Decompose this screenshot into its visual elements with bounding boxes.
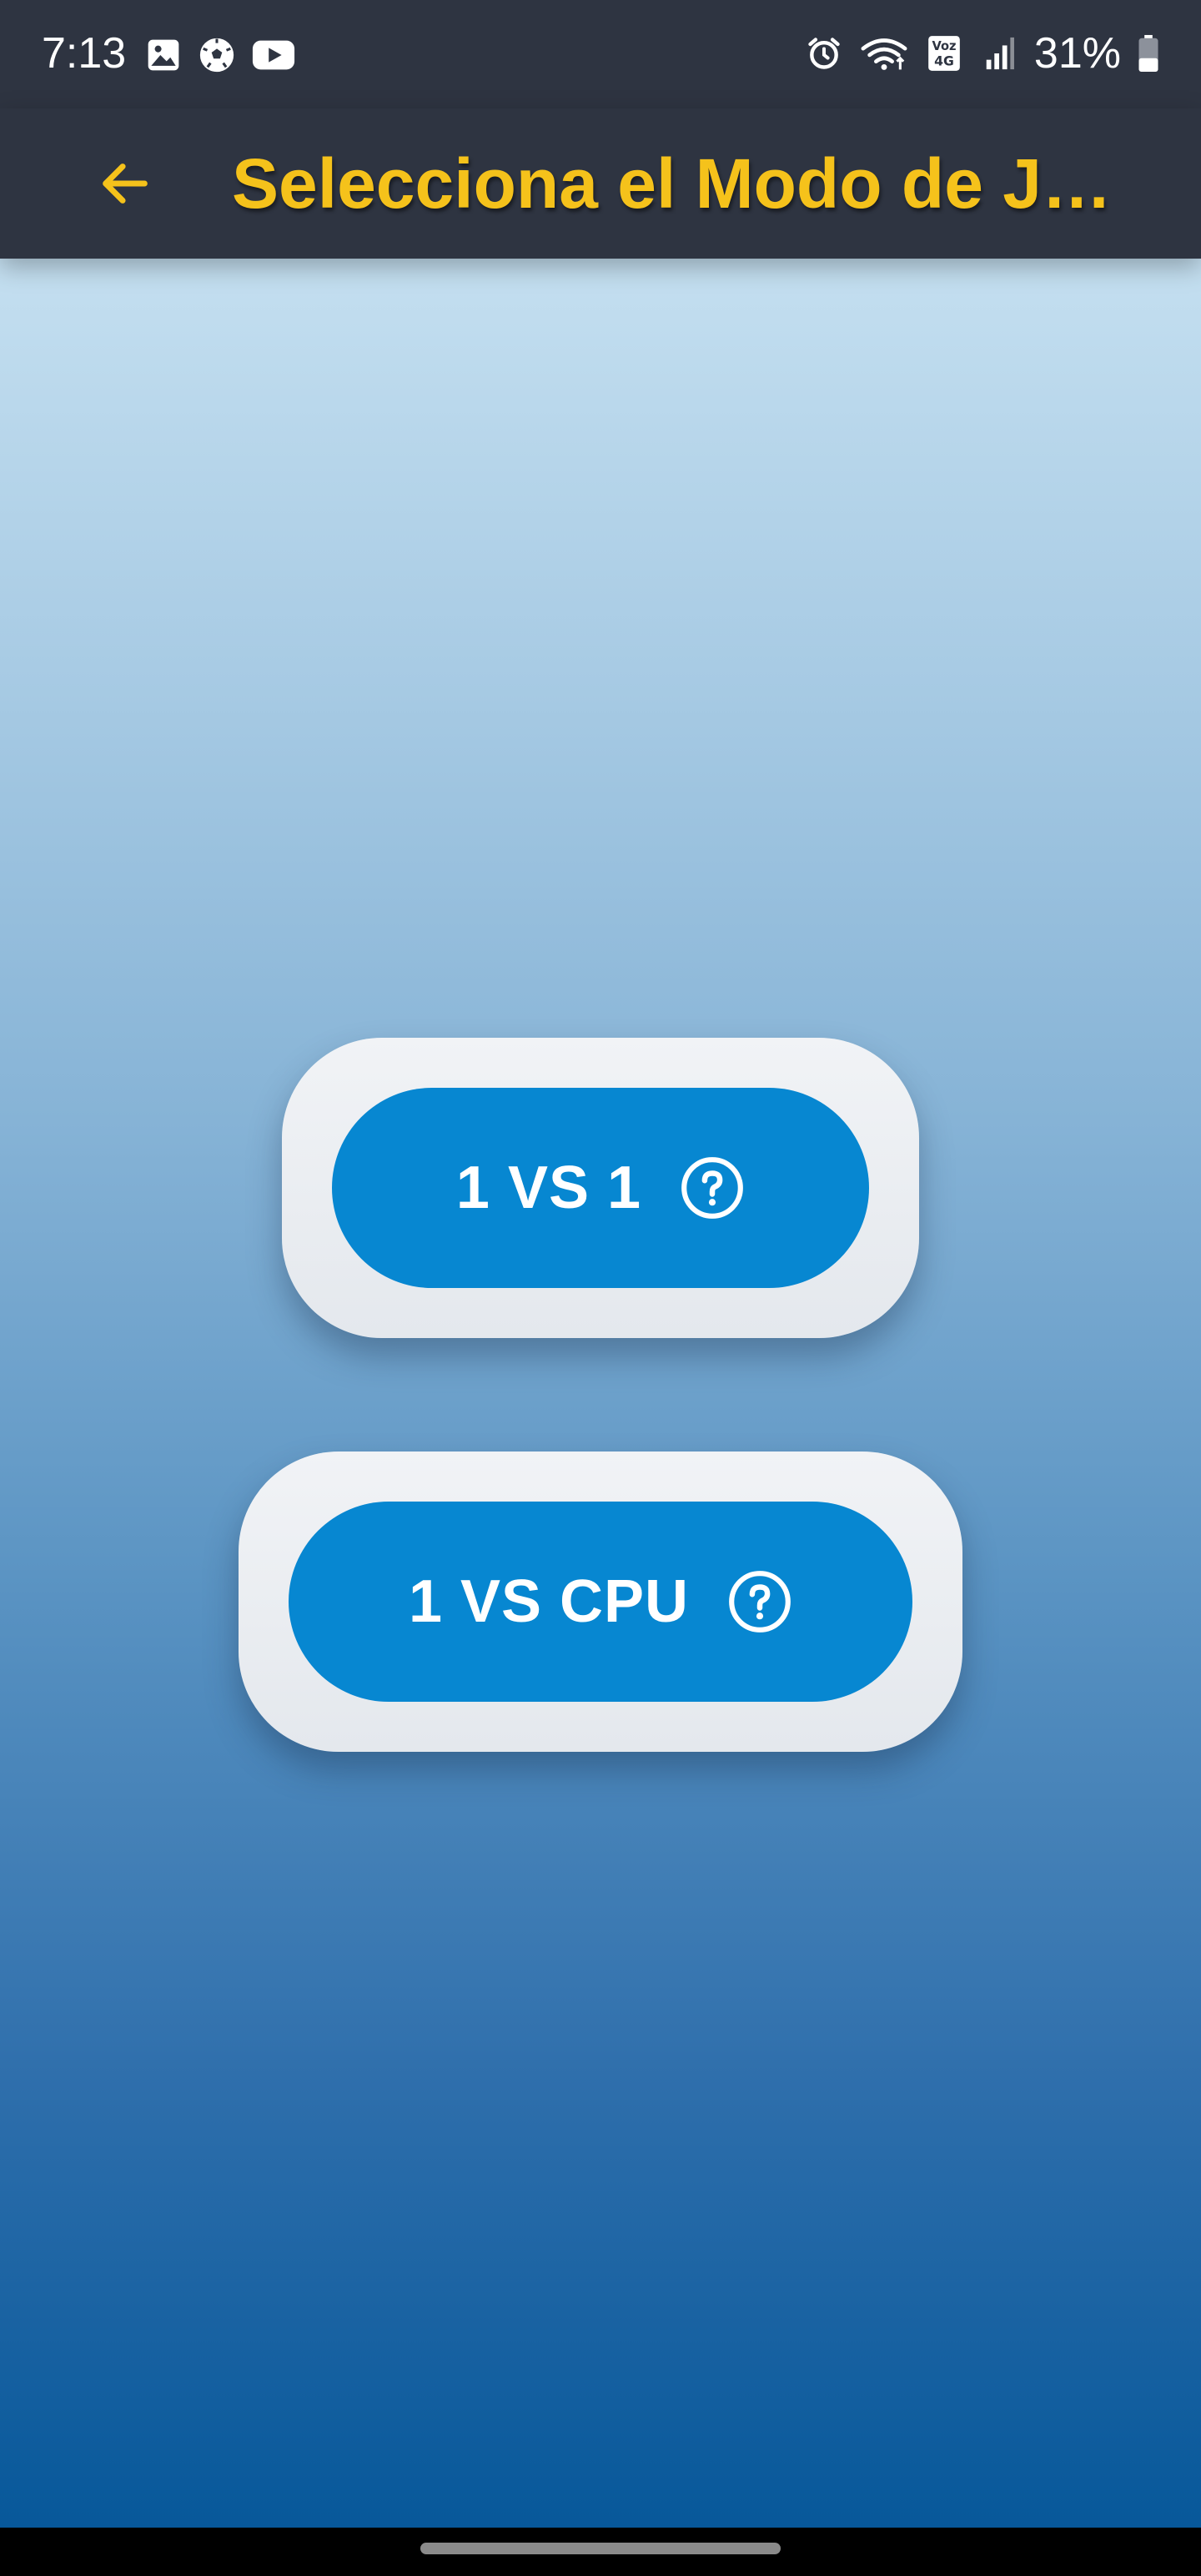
mode-selection-area: 1 VS 1 1 VS CPU bbox=[0, 259, 1201, 2528]
battery-percent: 31% bbox=[1033, 29, 1121, 78]
mode-1vscpu-button[interactable]: 1 VS CPU bbox=[289, 1502, 912, 1702]
navigation-bar bbox=[0, 2528, 1201, 2576]
volte-4g-icon: Voz 4G bbox=[924, 33, 964, 73]
help-circle-icon[interactable] bbox=[727, 1569, 792, 1634]
svg-text:4G: 4G bbox=[934, 53, 954, 69]
wifi-icon bbox=[859, 33, 909, 73]
soccer-ball-icon bbox=[197, 35, 237, 75]
app-bar: Selecciona el Modo de J… bbox=[0, 108, 1201, 259]
status-time: 7:13 bbox=[42, 29, 127, 78]
notification-icons bbox=[143, 33, 297, 77]
mode-label: 1 VS 1 bbox=[455, 1155, 642, 1221]
help-circle-icon[interactable] bbox=[680, 1155, 745, 1220]
gallery-icon bbox=[143, 35, 183, 75]
status-bar: 7:13 Voz 4G 31% bbox=[0, 0, 1201, 108]
system-status-icons: Voz 4G 31% bbox=[804, 28, 1161, 78]
mode-card-1vs1: 1 VS 1 bbox=[282, 1038, 919, 1338]
home-gesture-handle[interactable] bbox=[420, 2543, 781, 2554]
mode-1vs1-button[interactable]: 1 VS 1 bbox=[332, 1088, 869, 1288]
page-title: Selecciona el Modo de J… bbox=[232, 144, 1112, 223]
alarm-icon bbox=[804, 33, 844, 73]
svg-text:Voz: Voz bbox=[932, 39, 956, 53]
signal-icon bbox=[979, 33, 1019, 73]
battery-icon bbox=[1136, 33, 1161, 73]
back-button[interactable] bbox=[83, 143, 167, 227]
arrow-left-icon bbox=[96, 154, 154, 217]
mode-label: 1 VS CPU bbox=[408, 1568, 690, 1635]
mode-card-1vscpu: 1 VS CPU bbox=[239, 1452, 962, 1752]
youtube-icon bbox=[250, 35, 297, 75]
